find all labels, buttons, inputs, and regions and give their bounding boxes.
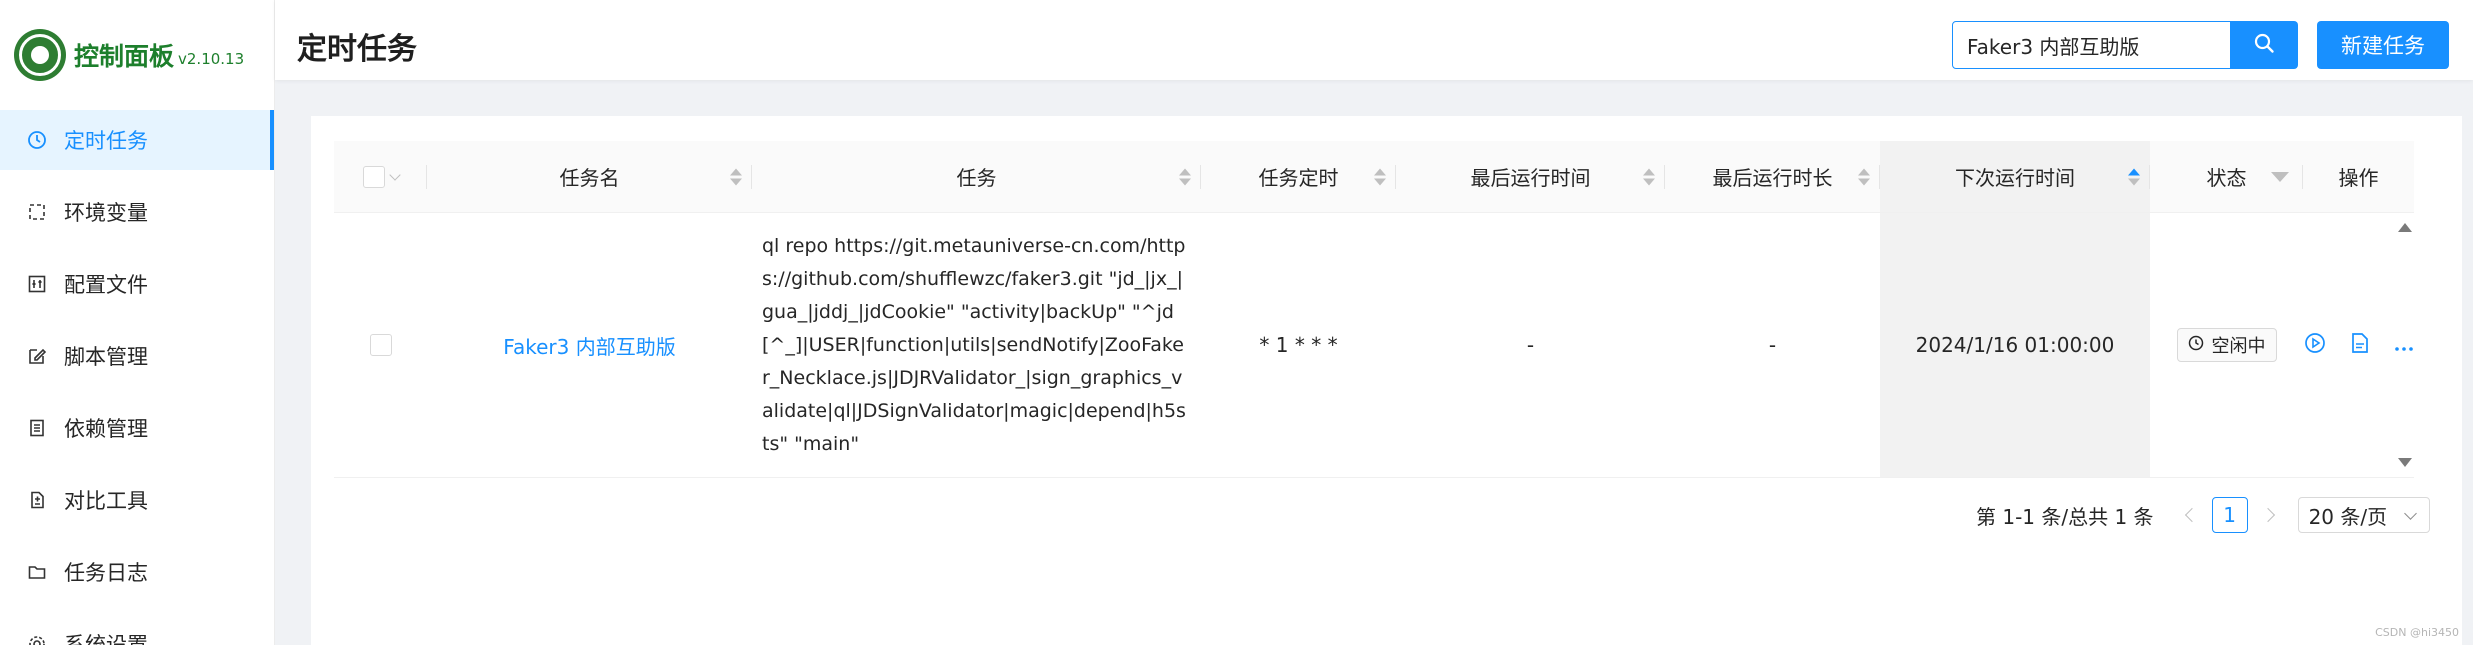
column-label: 下次运行时间 (1955, 166, 2075, 190)
column-label: 任务名 (559, 166, 620, 190)
sidebar-item-label: 配置文件 (64, 273, 148, 297)
page-title: 定时任务 (297, 32, 417, 67)
task-status-cell: 空闲中 (2150, 213, 2303, 477)
log-file-icon[interactable] (2350, 332, 2370, 359)
sidebar-item-label: 系统设置 (64, 633, 148, 645)
control-icon (26, 273, 48, 295)
task-last-run-duration: - (1768, 333, 1777, 357)
container-icon (26, 417, 48, 439)
sidebar-item-label: 脚本管理 (64, 345, 148, 369)
content-card: 任务名 任务 任务定时 最后运行时间 最后运行时长 下次运行时间 状态 操作 F… (311, 116, 2462, 645)
task-name-link[interactable]: Faker3 内部互助版 (503, 331, 675, 360)
task-name-cell: Faker3 内部互助版 (427, 213, 752, 477)
crontab-table: 任务名 任务 任务定时 最后运行时间 最后运行时长 下次运行时间 状态 操作 F… (334, 141, 2414, 478)
page-size-select[interactable]: 20 条/页 (2297, 497, 2430, 533)
row-select-cell (334, 213, 427, 477)
chevron-down-icon[interactable] (388, 168, 401, 181)
sidebar-item-dependencies[interactable]: 依赖管理 (0, 398, 274, 458)
sidebar-item-logs[interactable]: 任务日志 (0, 542, 274, 602)
column-label: 任务定时 (1258, 166, 1339, 190)
chevron-left-icon (2184, 507, 2199, 523)
column-header-name[interactable]: 任务名 (427, 141, 752, 212)
sort-icon[interactable] (1179, 168, 1191, 185)
search-input-value: Faker3 内部互助版 (1967, 34, 2140, 59)
sidebar-item-label: 对比工具 (64, 489, 148, 513)
select-all-checkbox[interactable] (362, 165, 385, 188)
task-actions-cell (2303, 213, 2414, 477)
edit-icon (26, 345, 48, 367)
diff-icon (26, 489, 48, 511)
brand[interactable]: 控制面板 v2.10.13 (0, 0, 274, 110)
sidebar-item-label: 依赖管理 (64, 417, 148, 441)
row-checkbox[interactable] (369, 334, 392, 356)
next-page-button[interactable] (2256, 497, 2284, 533)
clock-icon (26, 129, 48, 151)
sort-icon[interactable] (730, 168, 742, 185)
app-version: v2.10.13 (178, 50, 245, 68)
page-item-current[interactable]: 1 (2211, 497, 2248, 533)
column-label: 操作 (2338, 166, 2379, 190)
chevron-right-icon (2260, 507, 2275, 523)
run-icon[interactable] (2304, 332, 2326, 359)
scroll-up-arrow[interactable] (2398, 223, 2412, 232)
page-size-value: 20 条/页 (2308, 504, 2388, 529)
clock-icon (2188, 335, 2204, 356)
column-label: 状态 (2206, 166, 2247, 190)
pagination: 第 1-1 条/总共 1 条 1 20 条/页 (1976, 497, 2430, 533)
more-icon[interactable] (2394, 333, 2414, 357)
pagination-total: 第 1-1 条/总共 1 条 (1976, 504, 2154, 529)
logo-icon (14, 29, 66, 81)
sidebar-item-label: 环境变量 (64, 201, 148, 225)
sidebar-item-crontab[interactable]: 定时任务 (0, 110, 274, 170)
watermark: CSDN @hi3450 (2375, 626, 2459, 639)
sidebar-item-config[interactable]: 配置文件 (0, 254, 274, 314)
table-row: Faker3 内部互助版 ql repo https://git.metauni… (334, 213, 2414, 478)
column-header-actions: 操作 (2303, 141, 2414, 212)
status-badge: 空闲中 (2176, 328, 2277, 362)
sort-icon[interactable] (1374, 168, 1386, 185)
column-header-last-run-time[interactable]: 最后运行时间 (1396, 141, 1665, 212)
sort-icon[interactable] (1643, 168, 1655, 185)
search-button[interactable] (2230, 21, 2298, 69)
task-schedule: * 1 * * * (1259, 333, 1338, 357)
sidebar-item-diff[interactable]: 对比工具 (0, 470, 274, 530)
sidebar-item-settings[interactable]: 系统设置 (0, 614, 274, 645)
sort-icon[interactable] (2128, 168, 2140, 185)
status-label: 空闲中 (2211, 336, 2266, 357)
scroll-down-arrow[interactable] (2398, 458, 2412, 467)
table-header: 任务名 任务 任务定时 最后运行时间 最后运行时长 下次运行时间 状态 操作 (334, 141, 2414, 213)
sidebar-item-scripts[interactable]: 脚本管理 (0, 326, 274, 386)
sidebar-menu: 定时任务 环境变量 配置文件 脚本管理 依赖管理 对比工具 任务日志 系统设置 (0, 110, 274, 645)
new-task-button[interactable]: 新建任务 (2317, 21, 2449, 69)
filter-icon[interactable] (2271, 171, 2289, 182)
task-last-run-time: - (1526, 333, 1535, 357)
select-all-header (334, 141, 427, 212)
sort-icon[interactable] (1858, 168, 1870, 185)
column-header-schedule[interactable]: 任务定时 (1201, 141, 1396, 212)
folder-icon (26, 561, 48, 583)
search-input[interactable]: Faker3 内部互助版 (1952, 21, 2254, 69)
page-header: 定时任务 Faker3 内部互助版 新建任务 (275, 0, 2473, 80)
sidebar-item-label: 任务日志 (64, 561, 148, 585)
column-label: 任务 (956, 166, 997, 190)
column-header-status[interactable]: 状态 (2150, 141, 2303, 212)
column-header-last-run-duration[interactable]: 最后运行时长 (1665, 141, 1880, 212)
task-command: ql repo https://git.metauniverse-cn.com/… (762, 234, 1186, 455)
column-label: 最后运行时间 (1470, 166, 1591, 190)
column-label: 最后运行时长 (1712, 166, 1833, 190)
sidebar-item-env[interactable]: 环境变量 (0, 182, 274, 242)
app-title: 控制面板 (74, 42, 175, 71)
sidebar: 控制面板 v2.10.13 定时任务 环境变量 配置文件 脚本管理 依赖管理 对… (0, 0, 275, 645)
column-header-next-run-time[interactable]: 下次运行时间 (1880, 141, 2150, 212)
sidebar-item-label: 定时任务 (64, 129, 148, 153)
column-header-command[interactable]: 任务 (752, 141, 1201, 212)
task-next-run-time: 2024/1/16 01:00:00 (1880, 213, 2150, 477)
bracket-icon (26, 201, 48, 223)
chevron-down-icon (2403, 507, 2417, 520)
prev-page-button[interactable] (2176, 497, 2204, 533)
setting-icon (26, 633, 48, 645)
search-icon (2253, 32, 2275, 58)
